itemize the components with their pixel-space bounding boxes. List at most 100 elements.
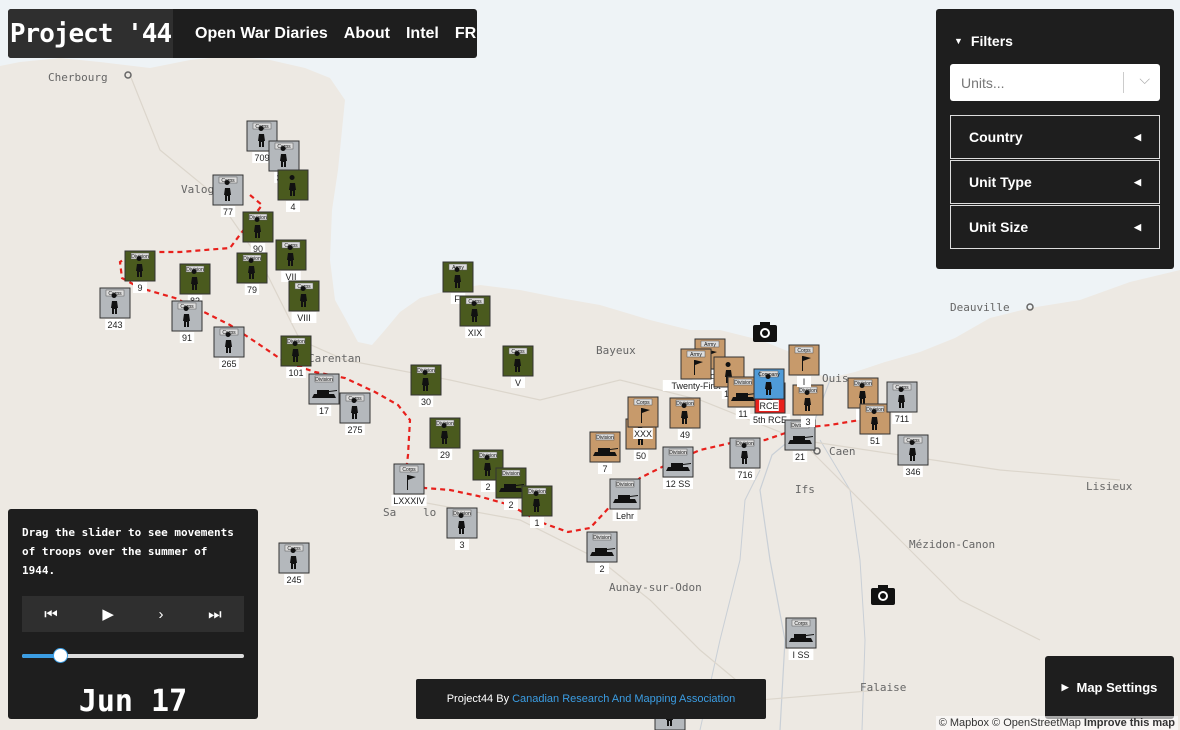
unit-label: RCE <box>759 401 778 411</box>
unit-label: 275 <box>347 425 362 435</box>
unit-marker[interactable]: Division Lehr <box>609 478 641 521</box>
unit-label: 12 SS <box>666 479 691 489</box>
unit-marker[interactable]: Division 12 SS <box>662 446 694 489</box>
svg-text:lo: lo <box>423 506 436 519</box>
caret-down-icon: ▼ <box>954 36 963 46</box>
unit-size-label: Division <box>593 535 611 541</box>
nav-intel[interactable]: Intel <box>406 25 439 43</box>
unit-label: 17 <box>319 406 329 416</box>
nav-open-war-diaries[interactable]: Open War Diaries <box>195 25 328 43</box>
filter-unit-type[interactable]: Unit Type ◀ <box>950 160 1160 204</box>
nav-about[interactable]: About <box>344 25 390 43</box>
current-date: Jun 17 <box>78 684 188 719</box>
unit-label: 79 <box>247 285 257 295</box>
slider-handle[interactable] <box>52 648 68 663</box>
unit-marker[interactable]: CorpsVIII <box>288 280 320 323</box>
timeline-instructions: Drag the slider to see movements of troo… <box>22 526 234 577</box>
unit-label: 1 <box>534 518 539 528</box>
unit-label: 265 <box>221 359 236 369</box>
unit-label: XXX <box>634 429 652 439</box>
unit-label: 29 <box>440 450 450 460</box>
unit-label: 91 <box>182 333 192 343</box>
timeline-slider[interactable] <box>22 648 244 663</box>
unit-size-label: Division <box>734 380 752 386</box>
unit-label: 245 <box>286 575 301 585</box>
unit-label: 11 <box>738 409 747 419</box>
photo-camera-icon[interactable] <box>753 322 777 342</box>
unit-label: Lehr <box>616 511 634 521</box>
unit-label: 716 <box>737 470 752 480</box>
unit-marker[interactable]: Corps LXXXIV <box>391 463 427 506</box>
svg-text:Sa: Sa <box>383 506 396 519</box>
unit-label: 4 <box>290 202 295 212</box>
map-settings-button[interactable]: ▶ Map Settings <box>1045 656 1174 719</box>
unit-label: 5th RCE <box>753 415 787 425</box>
svg-text:Deauville: Deauville <box>950 301 1010 314</box>
unit-label: 7 <box>602 464 607 474</box>
svg-text:Falaise: Falaise <box>860 681 906 694</box>
unit-label: 243 <box>107 320 122 330</box>
brand-logo[interactable]: Project '44 <box>8 9 173 58</box>
unit-label: 2 <box>599 564 604 574</box>
unit-label: 30 <box>421 397 431 407</box>
unit-size-label: Division <box>502 471 520 477</box>
unit-label: XIX <box>468 328 483 338</box>
photo-camera-icon[interactable] <box>871 585 895 605</box>
playback-controls: ⏮ ▶ › ⏭ <box>22 596 244 632</box>
unit-label: 21 <box>795 452 805 462</box>
unit-size-label: Division <box>669 450 687 456</box>
map-attribution: © Mapbox © OpenStreetMap Improve this ma… <box>935 716 1178 730</box>
unit-size-label: Corps <box>794 621 808 627</box>
nav-language-fr[interactable]: FR <box>455 25 476 43</box>
timeline-panel: Drag the slider to see movements of troo… <box>8 509 258 719</box>
unit-label: 9 <box>137 283 142 293</box>
unit-size-label: Division <box>596 435 614 441</box>
filters-panel: ▼ Filters Units... ⌵ Country ◀ Unit Type… <box>936 9 1174 269</box>
svg-text:Mézidon-Canon: Mézidon-Canon <box>909 538 995 551</box>
unit-label: 709 <box>254 153 269 163</box>
filter-unit-size[interactable]: Unit Size ◀ <box>950 205 1160 249</box>
unit-size-label: Division <box>616 482 634 488</box>
unit-label: I <box>803 377 806 387</box>
units-select[interactable]: Units... ⌵ <box>950 64 1160 101</box>
skip-start-icon[interactable]: ⏮ <box>44 606 58 623</box>
unit-label: 2 <box>508 500 513 510</box>
caret-left-icon: ◀ <box>1134 221 1141 232</box>
unit-size-label: Corps <box>636 400 650 406</box>
unit-label: 3 <box>805 417 810 427</box>
unit-size-label: Corps <box>797 348 811 354</box>
step-forward-icon[interactable]: › <box>159 606 164 623</box>
unit-label: 51 <box>870 436 880 446</box>
unit-label: 2 <box>485 482 490 492</box>
caret-left-icon: ◀ <box>1134 176 1141 187</box>
unit-label: VIII <box>297 313 311 323</box>
units-placeholder: Units... <box>961 74 1005 91</box>
unit-size-label: Army <box>690 352 702 358</box>
unit-label: 3 <box>459 540 464 550</box>
unit-label: 711 <box>895 414 909 424</box>
unit-label: 77 <box>223 207 233 217</box>
caret-left-icon: ◀ <box>1134 131 1141 142</box>
credit-link[interactable]: Canadian Research And Mapping Associatio… <box>512 693 735 705</box>
top-navigation: Project '44 Open War Diaries About Intel… <box>8 9 477 58</box>
unit-marker[interactable]: Corps I SS <box>785 617 817 660</box>
filters-toggle[interactable]: ▼ Filters <box>954 33 1160 49</box>
improve-map-link[interactable]: Improve this map <box>1084 717 1175 729</box>
svg-text:Carentan: Carentan <box>308 352 361 365</box>
filters-title: Filters <box>970 33 1013 49</box>
unit-label: 101 <box>288 368 303 378</box>
svg-text:Bayeux: Bayeux <box>596 344 636 357</box>
svg-text:Lisieux: Lisieux <box>1086 480 1133 493</box>
unit-size-label: Corps <box>402 467 416 473</box>
credit-bar: Project44 By Canadian Research And Mappi… <box>416 679 766 719</box>
unit-label: I SS <box>792 650 809 660</box>
svg-text:Ouis: Ouis <box>822 372 849 385</box>
svg-text:Caen: Caen <box>829 445 856 458</box>
filter-country[interactable]: Country ◀ <box>950 115 1160 159</box>
unit-label: V <box>515 378 521 388</box>
unit-label: 50 <box>636 451 646 461</box>
unit-label: LXXXIV <box>393 496 425 506</box>
skip-end-icon[interactable]: ⏭ <box>208 606 222 623</box>
play-icon[interactable]: ▶ <box>102 605 114 623</box>
svg-text:Ifs: Ifs <box>795 483 815 496</box>
